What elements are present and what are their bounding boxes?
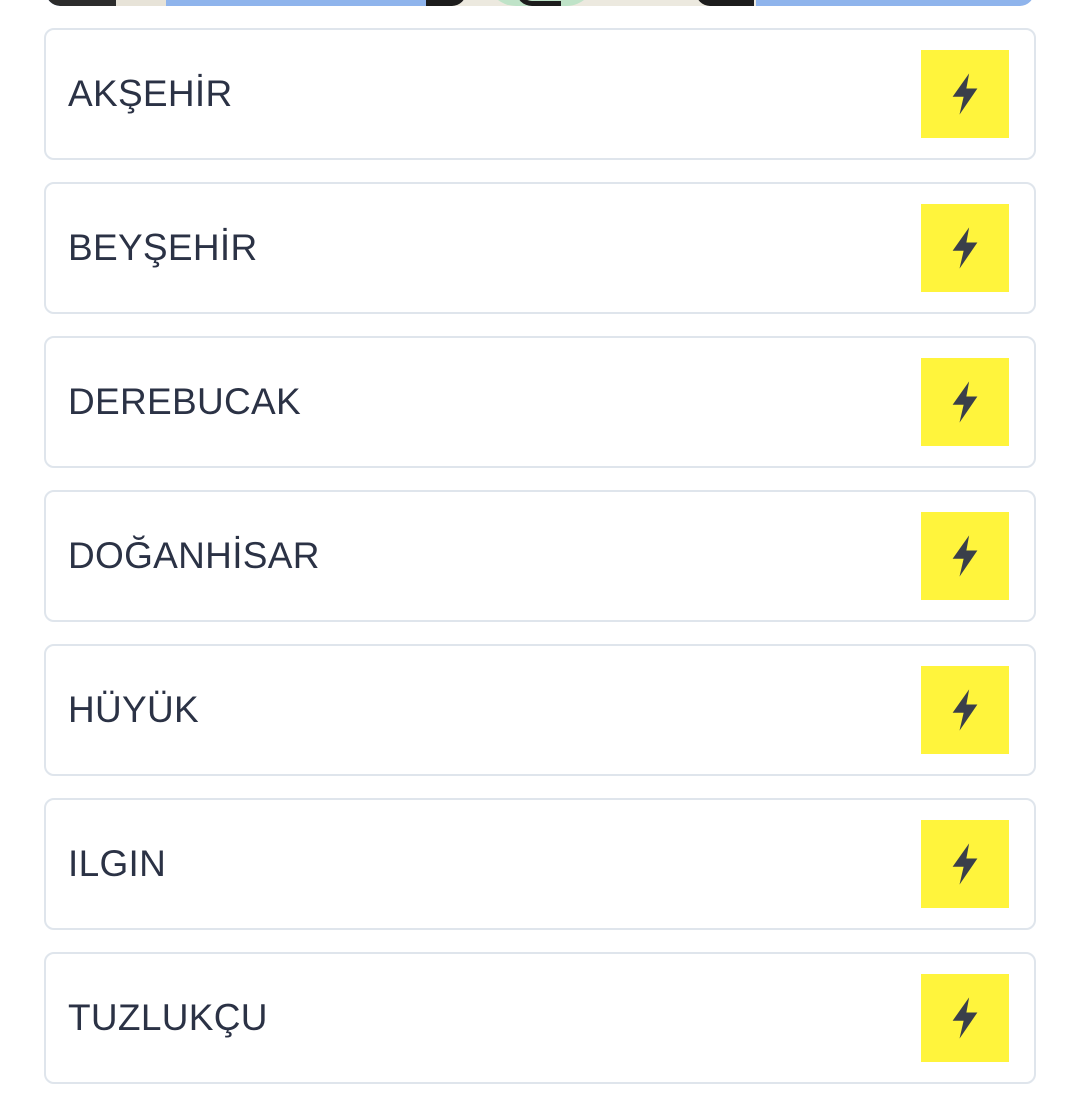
map-region (116, 0, 166, 6)
outage-button[interactable] (921, 50, 1009, 138)
outage-button[interactable] (921, 974, 1009, 1062)
district-label: DEREBUCAK (68, 381, 301, 422)
district-item-huyuk[interactable]: HÜYÜK (44, 644, 1036, 776)
outage-button[interactable] (921, 820, 1009, 908)
lightning-bolt-icon (952, 381, 978, 423)
outage-button[interactable] (921, 358, 1009, 446)
district-item-ilgin[interactable]: ILGIN (44, 798, 1036, 930)
lightning-bolt-icon (952, 843, 978, 885)
lightning-bolt-icon (952, 535, 978, 577)
lightning-bolt-icon (952, 997, 978, 1039)
district-item-beysehir[interactable]: BEYŞEHİR (44, 182, 1036, 314)
lightning-bolt-icon (952, 689, 978, 731)
district-label: BEYŞEHİR (68, 227, 258, 268)
lightning-bolt-icon (952, 227, 978, 269)
outage-button[interactable] (921, 512, 1009, 600)
outage-button[interactable] (921, 204, 1009, 292)
district-list: AKŞEHİR BEYŞEHİR DEREBUCAK DOĞANHİSAR HÜ… (44, 28, 1036, 1106)
map-road (696, 0, 754, 6)
district-label: DOĞANHİSAR (68, 535, 320, 576)
lightning-bolt-icon (952, 73, 978, 115)
district-item-doganhisar[interactable]: DOĞANHİSAR (44, 490, 1036, 622)
district-label: HÜYÜK (68, 689, 200, 730)
district-item-aksehir[interactable]: AKŞEHİR (44, 28, 1036, 160)
district-label: ILGIN (68, 843, 167, 884)
map-region (46, 0, 116, 6)
district-item-derebucak[interactable]: DEREBUCAK (44, 336, 1036, 468)
district-label: AKŞEHİR (68, 73, 233, 114)
map-image[interactable] (46, 0, 1034, 6)
district-item-tuzlukcu[interactable]: TUZLUKÇU (44, 952, 1036, 1084)
district-label: TUZLUKÇU (68, 997, 268, 1038)
outage-button[interactable] (921, 666, 1009, 754)
